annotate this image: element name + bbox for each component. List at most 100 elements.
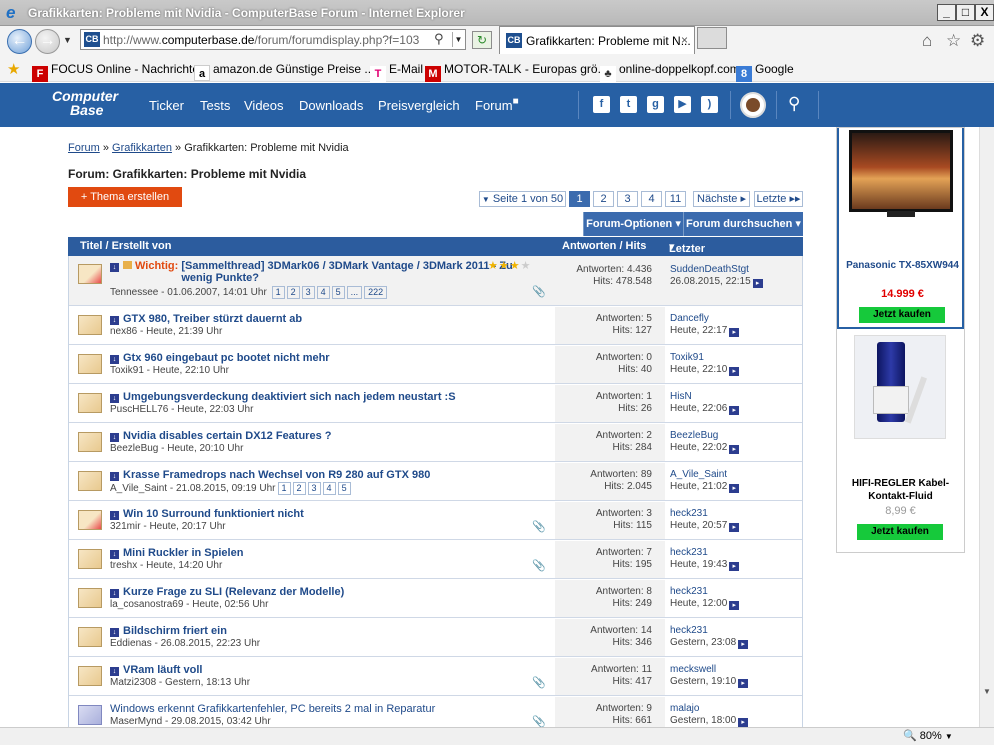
thread-title[interactable]: ↓ Umgebungsverdeckung deaktiviert sich na… [110, 391, 456, 403]
favorite-email[interactable]: T E-Mail [370, 62, 423, 82]
favorite-amazon[interactable]: a amazon.de Günstige Preise ... [194, 62, 374, 81]
thread-row[interactable]: ↓ Bildschirm friert ein Eddienas - 26.08.2… [69, 619, 802, 657]
thread-row[interactable]: ↓ GTX 980, Treiber stürzt dauernt ab nex86… [69, 307, 802, 345]
favorite-motortalk[interactable]: M MOTOR-TALK - Europas grö... [425, 62, 608, 82]
vertical-scrollbar[interactable]: ▼ [979, 127, 994, 727]
maximize-button[interactable]: □ [956, 4, 975, 21]
breadcrumb-forum[interactable]: Forum [68, 142, 100, 154]
address-bar[interactable]: CB http://www.computerbase.de/forum/foru… [80, 29, 466, 50]
goto-last-post-icon[interactable]: ▸ [729, 367, 740, 376]
thread-title[interactable]: ↓ Wichtig: [Sammelthread] 3DMark06 / 3DMa… [110, 260, 541, 284]
thread-row[interactable]: ↓ VRam läuft voll Matzi2308 - Gestern, 18:… [69, 658, 802, 696]
tab-active[interactable]: CB Grafikkarten: Probleme mit N... × [499, 26, 695, 54]
mini-page[interactable]: 2 [292, 482, 306, 495]
forum-search-button[interactable]: Forum durchsuchen ▾ [683, 212, 803, 236]
thread-title[interactable]: ↓ Mini Ruckler in Spielen [110, 547, 243, 559]
thread-title[interactable]: Windows erkennt Grafikkartenfehler, PC b… [110, 703, 435, 715]
fluid-bottle-image[interactable] [854, 335, 946, 439]
mini-page[interactable]: 3 [307, 482, 321, 495]
goto-last-post-icon[interactable]: ▸ [738, 718, 749, 727]
page-2[interactable]: 2 [593, 191, 614, 207]
last-post-user[interactable]: HisN [670, 391, 692, 402]
goto-last-post-icon[interactable]: ▸ [729, 601, 740, 610]
favorite-google[interactable]: 8 Google [736, 62, 794, 82]
mini-page[interactable]: 1 [271, 286, 285, 299]
minimize-button[interactable]: _ [937, 4, 956, 21]
nav-downloads[interactable]: Downloads [299, 98, 363, 113]
twitter-icon[interactable]: t [620, 96, 637, 113]
thread-title[interactable]: ↓ VRam läuft voll [110, 664, 202, 676]
favorite-focus[interactable]: F FOCUS Online - Nachrichten [32, 62, 206, 82]
thread-row[interactable]: ↓ Umgebungsverdeckung deaktiviert sich na… [69, 385, 802, 423]
last-post-user[interactable]: Dancefly [670, 313, 709, 324]
last-page-button[interactable]: Letzte ▸▸ [754, 191, 803, 207]
mini-page[interactable]: 4 [322, 482, 336, 495]
zoom-control[interactable]: 🔍 80% ▼ [903, 729, 953, 742]
nav-preisvergleich[interactable]: Preisvergleich [378, 98, 460, 113]
page-select[interactable]: ▼ Seite 1 von 50 [479, 191, 566, 207]
mini-page[interactable]: 5 [337, 482, 351, 495]
last-post-user[interactable]: heck231 [670, 508, 708, 519]
thread-title[interactable]: ↓ Nvidia disables certain DX12 Features ? [110, 430, 331, 442]
last-post-user[interactable]: heck231 [670, 586, 708, 597]
favorite-doppelkopf[interactable]: ♣ online-doppelkopf.com [600, 62, 740, 82]
address-dropdown-icon[interactable]: ▼ [452, 32, 464, 47]
nav-tests[interactable]: Tests [200, 98, 230, 113]
page-11[interactable]: 11 [665, 191, 686, 207]
address-url[interactable]: http://www.computerbase.de/forum/forumdi… [103, 33, 419, 47]
thread-title[interactable]: ↓ Bildschirm friert ein [110, 625, 227, 637]
home-icon[interactable]: ⌂ [922, 31, 932, 51]
search-icon[interactable]: ⚲ [788, 94, 800, 114]
refresh-icon[interactable]: ↻ [472, 31, 492, 49]
settings-gear-icon[interactable]: ⚙ [970, 31, 985, 51]
goto-last-post-icon[interactable]: ▸ [729, 523, 740, 532]
last-post-user[interactable]: meckswell [670, 664, 716, 675]
forward-button[interactable]: → [35, 29, 60, 54]
thread-row[interactable]: ↓ Wichtig: [Sammelthread] 3DMark06 / 3DMa… [69, 256, 802, 306]
thread-row[interactable]: ↓ Gtx 960 eingebaut pc bootet nicht mehr T… [69, 346, 802, 384]
last-post-user[interactable]: BeezleBug [670, 430, 718, 441]
goto-last-post-icon[interactable]: ▸ [729, 562, 740, 571]
last-post-user[interactable]: malajo [670, 703, 699, 714]
googleplus-icon[interactable]: g [647, 96, 664, 113]
ad-product-name[interactable]: HIFI-REGLER Kabel-Kontakt-Fluid [837, 477, 964, 503]
nav-videos[interactable]: Videos [244, 98, 284, 113]
last-post-user[interactable]: heck231 [670, 625, 708, 636]
history-dropdown-icon[interactable]: ▼ [63, 35, 72, 45]
nav-forum[interactable]: Forum■ [475, 96, 519, 113]
scroll-down-icon[interactable]: ▼ [983, 687, 991, 696]
thread-row[interactable]: ↓ Nvidia disables certain DX12 Features ?… [69, 424, 802, 462]
page-4[interactable]: 4 [641, 191, 662, 207]
mini-page[interactable]: 5 [331, 286, 345, 299]
last-post-user[interactable]: A_Vile_Saint [670, 469, 727, 480]
col-title[interactable]: Titel / Erstellt von [80, 240, 172, 252]
mini-page[interactable]: 222 [364, 286, 388, 299]
buy-now-button[interactable]: Jetzt kaufen [857, 524, 943, 540]
thread-row[interactable]: ↓ Win 10 Surround funktioniert nicht 321mi… [69, 502, 802, 540]
buy-now-button[interactable]: Jetzt kaufen [859, 307, 945, 323]
search-icon[interactable]: ⚲ [434, 31, 444, 47]
mini-page[interactable]: 4 [316, 286, 330, 299]
goto-last-post-icon[interactable]: ▸ [729, 328, 740, 337]
breadcrumb-grafikkarten[interactable]: Grafikkarten [112, 142, 172, 154]
col-last-post[interactable]: Letzter Beitrag von ▾ [669, 240, 707, 279]
thread-title[interactable]: ↓ Kurze Frage zu SLI (Relevanz der Modell… [110, 586, 344, 598]
thread-title[interactable]: ↓ Krasse Framedrops nach Wechsel von R9 2… [110, 469, 430, 481]
goto-last-post-icon[interactable]: ▸ [729, 484, 740, 493]
facebook-icon[interactable]: f [593, 96, 610, 113]
last-post-user[interactable]: Toxik91 [670, 352, 704, 363]
goto-last-post-icon[interactable]: ▸ [738, 640, 749, 649]
nav-ticker[interactable]: Ticker [149, 98, 184, 113]
new-thread-button[interactable]: + Thema erstellen [68, 187, 182, 207]
tab-close-icon[interactable]: × [681, 33, 688, 47]
goto-last-post-icon[interactable]: ▸ [752, 279, 763, 288]
user-avatar[interactable] [740, 92, 766, 118]
forum-options-button[interactable]: Forum-Optionen ▾ [583, 212, 683, 236]
mini-page[interactable]: 2 [286, 286, 300, 299]
favorites-add-icon[interactable]: ★ [7, 60, 20, 78]
goto-last-post-icon[interactable]: ▸ [729, 445, 740, 454]
ad-tv-box[interactable]: Panasonic TX-85XW944 14.999 € Jetzt kauf… [837, 128, 964, 329]
close-window-button[interactable]: X [975, 4, 994, 21]
thread-title[interactable]: ↓ Gtx 960 eingebaut pc bootet nicht mehr [110, 352, 330, 364]
thread-title[interactable]: ↓ GTX 980, Treiber stürzt dauernt ab [110, 313, 302, 325]
